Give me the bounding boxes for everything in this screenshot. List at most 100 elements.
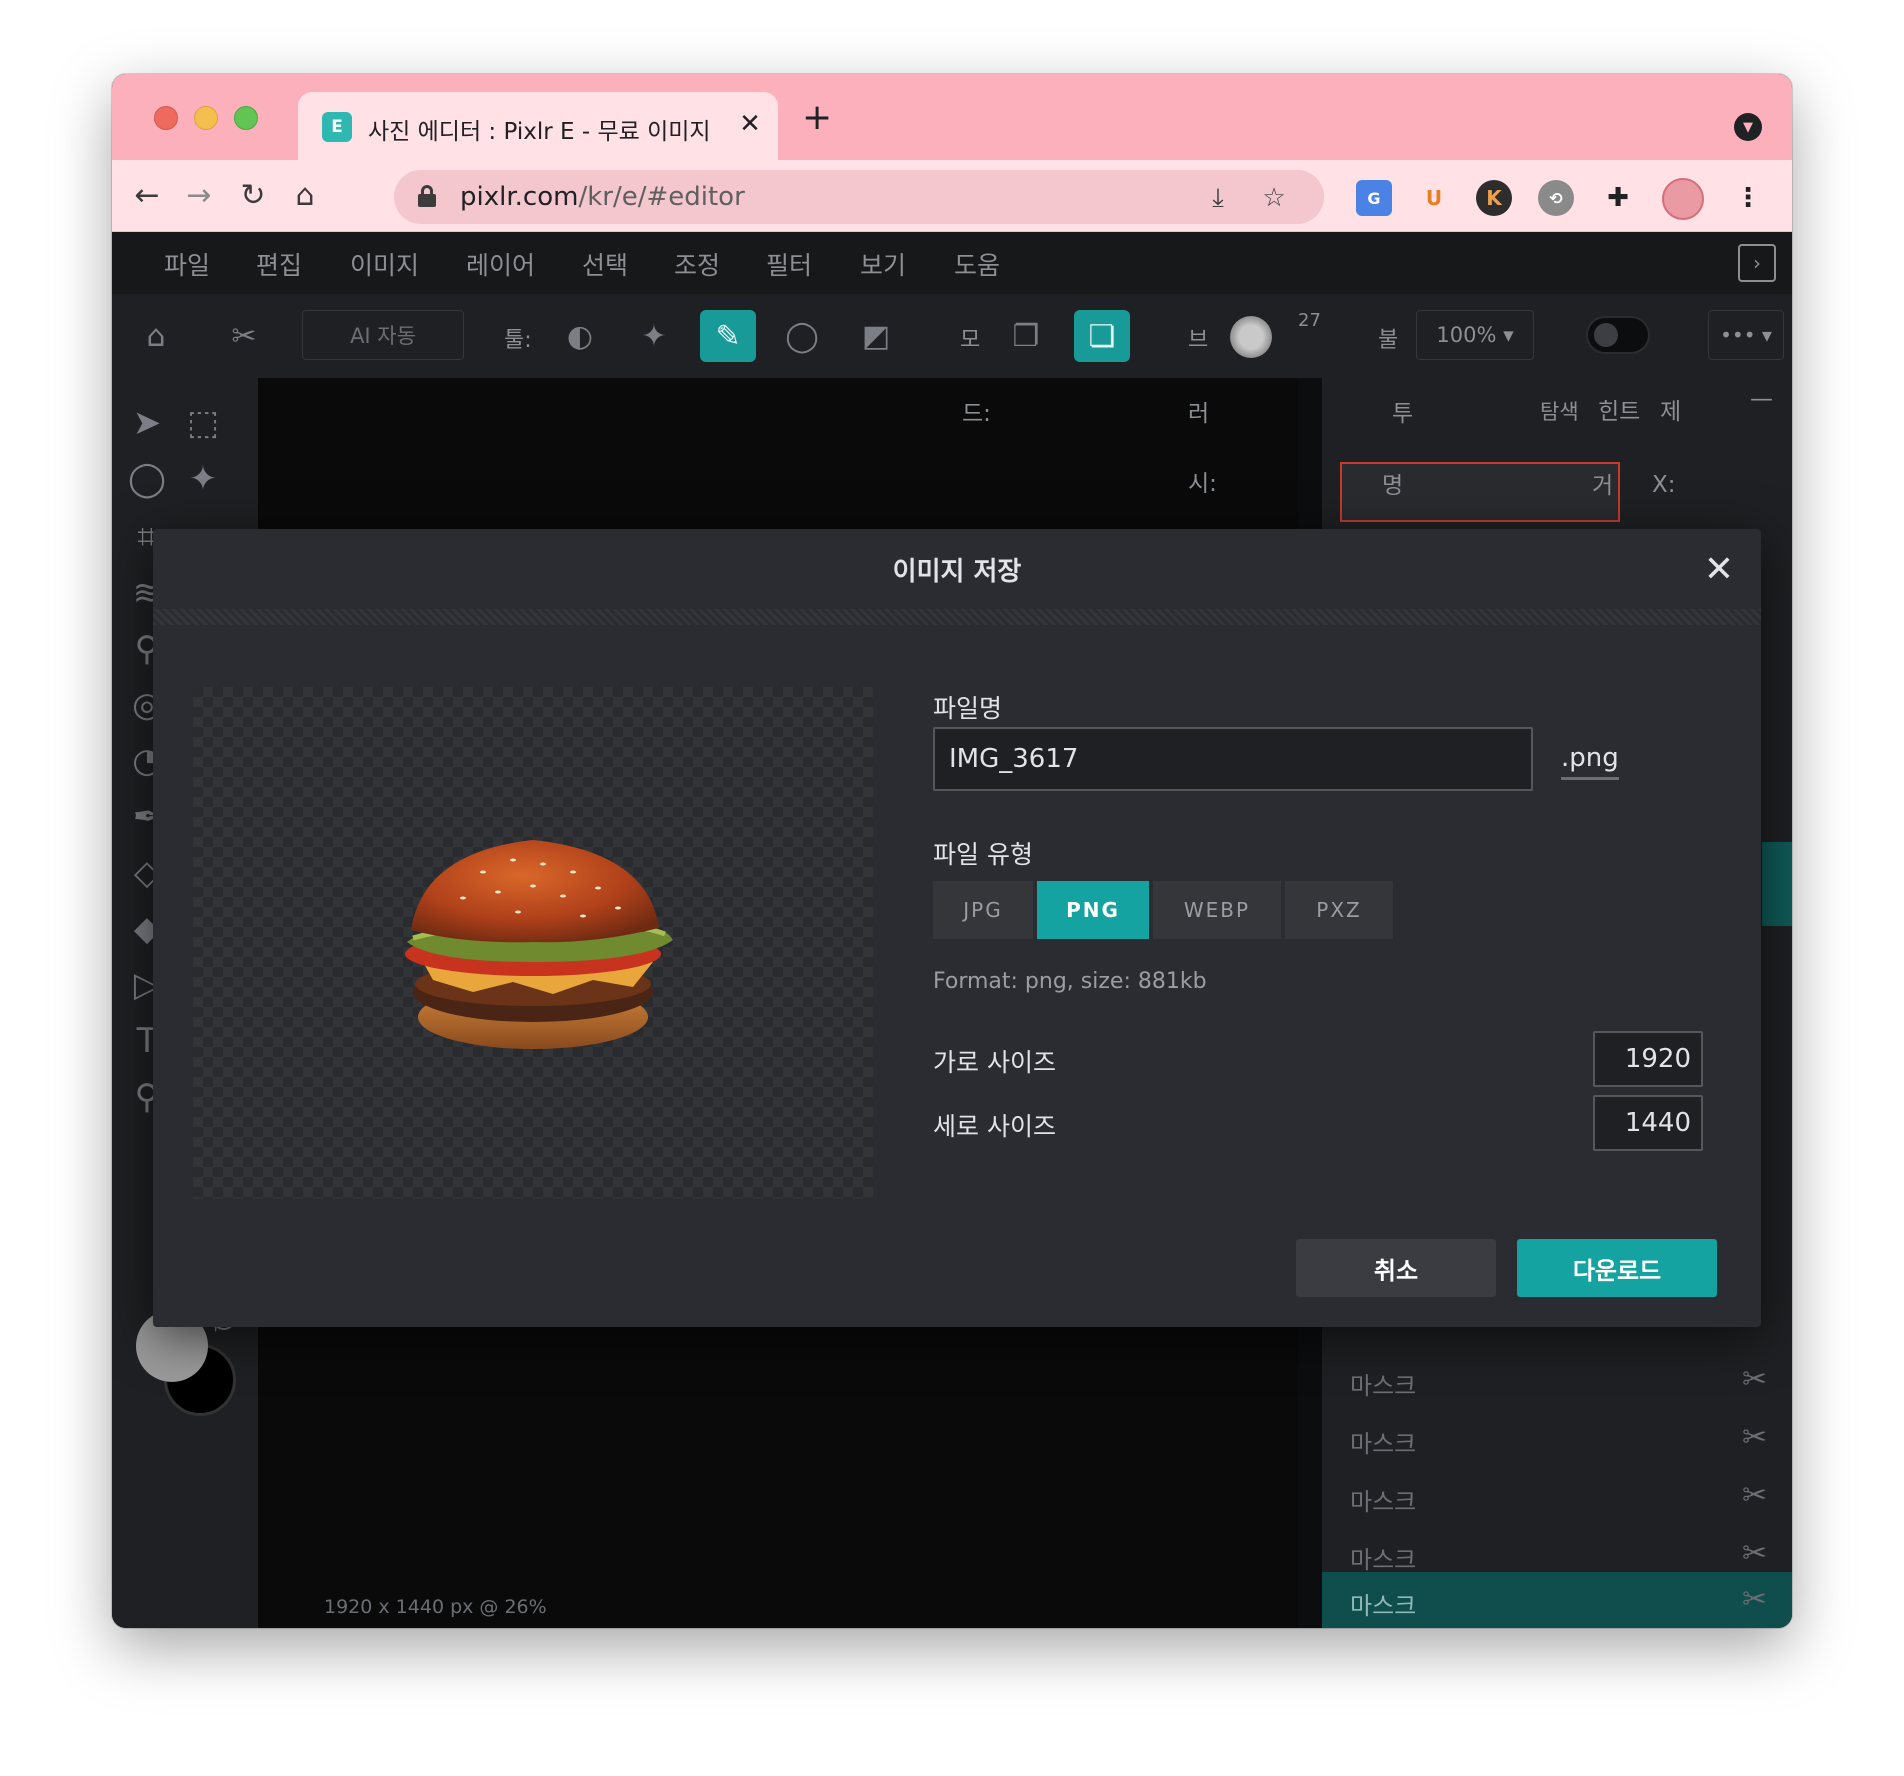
brush-preview[interactable] [1230,316,1272,358]
menu-file[interactable]: 파일 [164,246,210,282]
menu-help[interactable]: 도움 [954,246,1000,282]
minimize-window-button[interactable] [194,106,218,130]
marquee-tool-icon[interactable]: ⬚ [178,398,228,448]
layer-row[interactable]: 마스크 ✂ [1322,1352,1792,1410]
address-bar[interactable]: pixlr.com/kr/e/#editor ⤓ ☆ [394,170,1324,224]
arrange-tool-icon[interactable]: ➤ [122,398,172,448]
save-image-dialog: 이미지 저장 ✕ 파일명 IMG_3617 .png 파일 유형 JPG PNG… [153,529,1761,1327]
browser-menu-icon[interactable]: ⋮ [1730,180,1766,216]
wand-icon[interactable]: ✦ [178,454,228,504]
extensions-puzzle-icon[interactable]: ✚ [1600,180,1636,216]
opacity-tab[interactable]: 투 [1392,394,1413,428]
height-input[interactable] [1593,1095,1703,1151]
collapse-panel-icon[interactable]: — [1750,386,1773,412]
panel-toggle-icon[interactable]: › [1738,244,1776,282]
reload-icon[interactable]: ↻ [232,174,274,216]
rectangle-tool-icon[interactable]: ◩ [848,310,904,362]
brush-tool-icon[interactable]: ✎ [700,310,756,362]
menu-view[interactable]: 보기 [860,246,906,282]
remove-tab[interactable]: 제 [1660,392,1681,426]
bookmark-star-icon[interactable]: ☆ [1256,180,1292,216]
mask-scissors-icon[interactable]: ✂ [1742,1582,1767,1617]
cancel-button[interactable]: 취소 [1296,1239,1496,1297]
home-icon[interactable]: ⌂ [284,174,326,216]
url-host: pixlr.com [460,182,579,212]
opacity-label: 불 [1378,328,1399,353]
menu-adjust[interactable]: 조정 [674,246,720,282]
tool-label: 툴: [504,328,532,353]
display-label-overflow: 시: [1188,471,1217,497]
browser-toolbar: ← → ↻ ⌂ pixlr.com/kr/e/#editor ⤓ ☆ G U K… [112,160,1792,232]
menu-image[interactable]: 이미지 [350,246,419,282]
burger-image [405,840,673,1049]
thumb-label-right: 거 [1592,473,1614,499]
layer-row[interactable]: 마스크 ✂ [1322,1410,1792,1468]
format-webp-button[interactable]: WEBP [1153,881,1281,939]
download-button[interactable]: 다운로드 [1517,1239,1717,1297]
explore-tab[interactable]: 탐색 [1540,396,1579,426]
pixlr-favicon-icon: E [322,112,352,142]
layer-row[interactable]: 마스크 ✂ [1322,1468,1792,1526]
tool-options-bar: ⌂ ✂ AI 자동 툴: ◐ ✦ ✎ ◯ ◩ 모 ❐ ❏ 브 27 불 100%… [112,294,1792,378]
mode-add-icon[interactable]: ❐ [998,310,1054,362]
tab-close-icon[interactable]: ✕ [732,106,768,142]
lasso-tool-icon[interactable]: ◯ [774,310,830,362]
layer-thumbnail[interactable]: 명 거 [1340,462,1620,522]
mode-label: 모 [960,328,981,353]
more-options-button[interactable]: ••• ▾ [1708,310,1784,360]
menu-edit[interactable]: 편집 [256,246,302,282]
profile-avatar[interactable] [1662,178,1704,220]
magic-wand-icon[interactable]: ✦ [626,310,682,362]
layer-name: 마스크 [1350,1430,1417,1458]
mask-scissors-icon[interactable]: ✂ [1742,1536,1767,1571]
layer-row-selected[interactable]: 마스크 ✂ [1322,1572,1792,1628]
mask-scissors-icon[interactable]: ✂ [1742,1362,1767,1397]
lasso-icon[interactable]: ◯ [122,454,172,504]
format-info: Format: png, size: 881kb [933,969,1207,994]
mask-scissors-icon[interactable]: ✂ [1742,1478,1767,1513]
back-icon[interactable]: ← [126,174,168,216]
hints-tab[interactable]: 힌트 [1598,392,1640,426]
mask-scissors-icon[interactable]: ✂ [1742,1420,1767,1455]
format-pxz-button[interactable]: PXZ [1285,881,1393,939]
cutout-scissors-icon[interactable]: ✂ [216,310,272,362]
app-menubar: 파일 편집 이미지 레이어 선택 조정 필터 보기 도움 › [112,232,1792,294]
width-input[interactable] [1593,1031,1703,1087]
opacity-dropdown[interactable]: 100% ▾ [1416,310,1534,360]
browser-tab[interactable]: E 사진 에디터 : Pixlr E - 무료 이미지 편집기 ✕ [298,92,778,160]
menu-filter[interactable]: 필터 [766,246,812,282]
menu-select[interactable]: 선택 [582,246,628,282]
format-png-button[interactable]: PNG [1037,881,1149,939]
mode-label-overflow: 드: [962,401,991,427]
menu-layer[interactable]: 레이어 [466,246,535,282]
layer-name: 마스크 [1350,1372,1417,1400]
tab-title: 사진 에디터 : Pixlr E - 무료 이미지 편집기 [368,119,718,145]
forward-icon[interactable]: → [178,174,220,216]
google-translate-icon[interactable]: G [1356,180,1392,216]
share-extension-icon[interactable]: ⟲ [1538,180,1574,216]
toggle-switch[interactable] [1586,316,1650,354]
ai-auto-button[interactable]: AI 자동 [302,310,464,360]
layer-name: 마스크 [1350,1592,1417,1620]
brush-label: 브 [1188,328,1209,353]
toggle-knob [1594,323,1618,347]
shape-tool-icon[interactable]: ◐ [552,310,608,362]
width-label: 가로 사이즈 [933,1048,1056,1077]
extension-k-icon[interactable]: K [1476,180,1512,216]
filename-input[interactable] [933,727,1533,791]
format-jpg-button[interactable]: JPG [933,881,1033,939]
install-app-icon[interactable]: ⤓ [1200,180,1236,216]
new-tab-button[interactable]: + [802,100,832,136]
close-icon[interactable]: ✕ [1697,547,1741,591]
close-window-button[interactable] [154,106,178,130]
brush-size-value[interactable]: 27 [1298,310,1321,331]
tab-search-icon[interactable]: ▼ [1734,113,1762,141]
home-icon[interactable]: ⌂ [128,310,184,362]
height-label: 세로 사이즈 [933,1112,1056,1141]
maximize-window-button[interactable] [234,106,258,130]
extension-u-icon[interactable]: U [1416,180,1452,216]
panel-highlight [1762,842,1792,926]
mode-subtract-icon[interactable]: ❏ [1074,310,1130,362]
lock-icon[interactable] [418,185,436,207]
layer-name: 마스크 [1350,1488,1417,1516]
